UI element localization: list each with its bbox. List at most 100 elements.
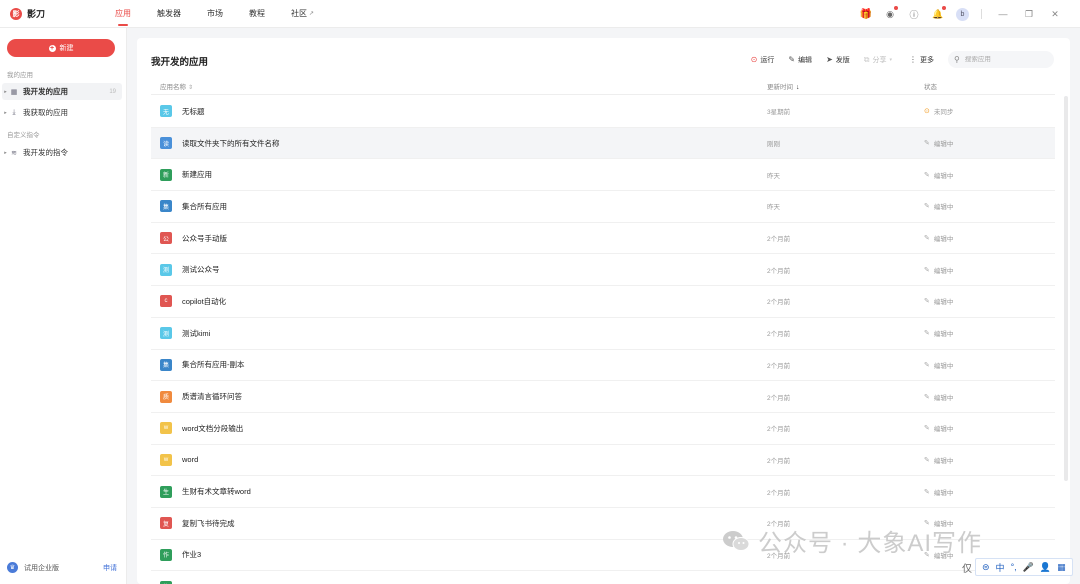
status-label: 编辑中 bbox=[933, 299, 954, 307]
caret-right-icon[interactable]: ▸ bbox=[2, 150, 9, 156]
app-name[interactable]: 生财有术文章转word bbox=[182, 486, 251, 497]
app-updated-time: 昨天 bbox=[767, 204, 780, 212]
top-right-controls: 🎁 ◉ ⓘ 🔔 b — ❐ ✕ bbox=[848, 0, 1060, 28]
minimize-icon[interactable]: — bbox=[998, 9, 1008, 19]
app-name[interactable]: 集合所有应用 bbox=[182, 201, 227, 212]
help-icon[interactable]: ⓘ bbox=[908, 8, 920, 20]
ime-punct-icon[interactable]: °, bbox=[1011, 562, 1017, 572]
restore-icon[interactable]: ❐ bbox=[1024, 9, 1034, 20]
table-row[interactable]: c copilot自动化 2个月前 ✎ 编辑中 bbox=[151, 286, 1055, 318]
app-name[interactable]: 测试kimi bbox=[182, 328, 210, 339]
enterprise-trial-label: 试用企业版 bbox=[24, 564, 59, 572]
more-vertical-icon: ⋮ bbox=[909, 55, 917, 64]
ime-logo-icon[interactable]: ⊜ bbox=[982, 562, 990, 573]
table-row[interactable]: 质质谱清言循环问答 2个月前 ✎ 编辑中 bbox=[151, 381, 1055, 413]
pencil-icon: ✎ bbox=[924, 488, 930, 496]
more-button[interactable]: ⋮ 更多 bbox=[909, 55, 934, 65]
table-row[interactable]: 读读取文件夹下的所有文件名称 刚刚 ✎ 编辑中 bbox=[151, 127, 1055, 160]
app-updated-time: 昨天 bbox=[767, 172, 780, 180]
sort-icon[interactable]: ⇕ bbox=[188, 85, 193, 91]
pencil-icon: ✎ bbox=[924, 361, 930, 369]
status-label: 编辑中 bbox=[933, 172, 954, 180]
status-badge: ✎编辑中 bbox=[924, 487, 953, 497]
app-name[interactable]: 集合所有应用-副本 bbox=[182, 359, 245, 370]
scrollbar[interactable] bbox=[1064, 96, 1068, 481]
status-label: 编辑中 bbox=[933, 267, 954, 275]
gift-icon[interactable]: 🎁 bbox=[860, 8, 872, 20]
grid-icon[interactable]: ▦ bbox=[1057, 562, 1066, 573]
app-icon: 质 bbox=[160, 390, 172, 403]
table-row[interactable]: w word 2个月前 ✎ 编辑中 bbox=[151, 445, 1055, 477]
run-button[interactable]: ⊙ 运行 bbox=[751, 55, 775, 65]
caret-right-icon[interactable]: ▸ bbox=[2, 110, 9, 116]
app-icon: 复 bbox=[160, 517, 172, 530]
table-row[interactable]: 公公众号手动版 2个月前 ✎ 编辑中 bbox=[151, 223, 1055, 255]
table-row[interactable]: 作2个月前✎编辑中 bbox=[151, 571, 1055, 584]
nav-tab-triggers[interactable]: 触发器 bbox=[157, 0, 181, 28]
app-logo[interactable]: 影 影刀 bbox=[10, 7, 110, 20]
avatar[interactable]: b bbox=[956, 7, 969, 21]
apply-link[interactable]: 申请 bbox=[103, 563, 117, 573]
app-name[interactable]: copilot自动化 bbox=[182, 296, 226, 307]
app-name[interactable]: 复制飞书待完成 bbox=[182, 518, 235, 529]
column-header-name[interactable]: 应用名称 ⇕ bbox=[160, 81, 193, 91]
user-icon[interactable]: 👤 bbox=[1040, 562, 1051, 573]
app-updated-time: 2个月前 bbox=[767, 426, 791, 434]
play-icon: ⊙ bbox=[750, 55, 758, 64]
run-label: 运行 bbox=[760, 56, 775, 64]
app-name[interactable]: 质谱清言循环问答 bbox=[182, 391, 242, 402]
sidebar-item-label: 我开发的指令 bbox=[23, 148, 68, 157]
wechat-icon bbox=[723, 530, 750, 551]
app-name[interactable]: word文档分段输出 bbox=[182, 423, 243, 434]
chevron-down-icon: ▾ bbox=[889, 56, 892, 63]
table-row[interactable]: 测测试公众号 2个月前 ✎ 编辑中 bbox=[151, 254, 1055, 287]
status-badge: ✎编辑中 bbox=[924, 392, 953, 402]
edit-button[interactable]: ✎ 编辑 bbox=[788, 55, 812, 65]
status-label: 编辑中 bbox=[933, 204, 954, 212]
nav-tab-market[interactable]: 市场 bbox=[207, 0, 223, 28]
table-row[interactable]: 测测试kimi 2个月前 ✎ 编辑中 bbox=[151, 318, 1055, 350]
column-header-time[interactable]: 更新时间 ↓ bbox=[767, 81, 800, 91]
nav-tab-community[interactable]: 社区 ↗ bbox=[291, 0, 314, 28]
sidebar-item-my-commands[interactable]: ▸ ≋ 我开发的指令 bbox=[2, 144, 122, 161]
eye-icon[interactable]: ◉ bbox=[884, 6, 898, 20]
caret-right-icon[interactable]: ▸ bbox=[2, 89, 9, 95]
app-name[interactable]: 新建应用 bbox=[182, 169, 212, 180]
sort-down-icon[interactable]: ↓ bbox=[796, 84, 800, 91]
sidebar-item-acquired-apps[interactable]: ▸ ⤓ 我获取的应用 bbox=[2, 104, 122, 121]
app-name[interactable]: 作业3 bbox=[182, 549, 201, 560]
new-button-label: 新建 bbox=[59, 45, 74, 52]
table-row[interactable]: 生生财有术文章转word 2个月前 ✎ 编辑中 bbox=[151, 476, 1055, 508]
table-row[interactable]: w word文档分段输出 2个月前 ✎ 编辑中 bbox=[151, 413, 1055, 445]
app-icon: 读 bbox=[160, 137, 172, 150]
table-row[interactable]: 新新建应用 昨天 ✎ 编辑中 bbox=[151, 159, 1055, 192]
table-row[interactable]: 无无标题 3星期前 ⊙ 未同步 bbox=[151, 96, 1055, 128]
search-input[interactable] bbox=[964, 56, 1045, 63]
bell-icon[interactable]: 🔔 bbox=[932, 6, 946, 20]
edit-label: 编辑 bbox=[798, 56, 813, 64]
app-name[interactable]: 测试公众号 bbox=[182, 264, 220, 275]
app-name[interactable]: 读取文件夹下的所有文件名称 bbox=[182, 138, 280, 149]
app-name[interactable]: 无标题 bbox=[182, 106, 205, 117]
app-list: 无无标题 3星期前 ⊙ 未同步读读取文件夹下的所有文件名称 刚刚 ✎ 编辑中新新建应用 昨天 ✎… bbox=[151, 96, 1055, 584]
ime-toolbar[interactable]: ⊜ 中 °, 🎤 👤 ▦ bbox=[975, 558, 1073, 576]
search-box[interactable]: ⚲ bbox=[948, 51, 1054, 68]
publish-button[interactable]: ➤ 发版 bbox=[826, 55, 850, 65]
nav-tab-tutorials[interactable]: 教程 bbox=[249, 0, 265, 28]
app-updated-time: 2个月前 bbox=[767, 394, 791, 402]
microphone-icon[interactable]: 🎤 bbox=[1023, 562, 1034, 573]
warning-icon: ⊙ bbox=[924, 108, 930, 116]
table-row[interactable]: 集集合所有应用-副本 2个月前 ✎ 编辑中 bbox=[151, 350, 1055, 382]
app-name[interactable]: 公众号手动版 bbox=[182, 233, 227, 244]
table-row[interactable]: 集集合所有应用 昨天 ✎ 编辑中 bbox=[151, 191, 1055, 223]
close-icon[interactable]: ✕ bbox=[1050, 9, 1060, 20]
app-name: 影刀 bbox=[27, 9, 46, 19]
share-button[interactable]: ⧉ 分享 ▾ bbox=[864, 55, 895, 65]
send-icon: ➤ bbox=[826, 55, 833, 64]
app-name[interactable]: word bbox=[182, 455, 198, 464]
nav-tab-apps[interactable]: 应用 bbox=[115, 0, 131, 28]
ime-lang[interactable]: 中 bbox=[996, 561, 1005, 574]
new-button[interactable]: + 新建 bbox=[7, 39, 115, 57]
status-label: 未同步 bbox=[933, 109, 954, 117]
sidebar-item-my-developed-apps[interactable]: ▸ ▦ 我开发的应用 19 bbox=[2, 83, 122, 100]
